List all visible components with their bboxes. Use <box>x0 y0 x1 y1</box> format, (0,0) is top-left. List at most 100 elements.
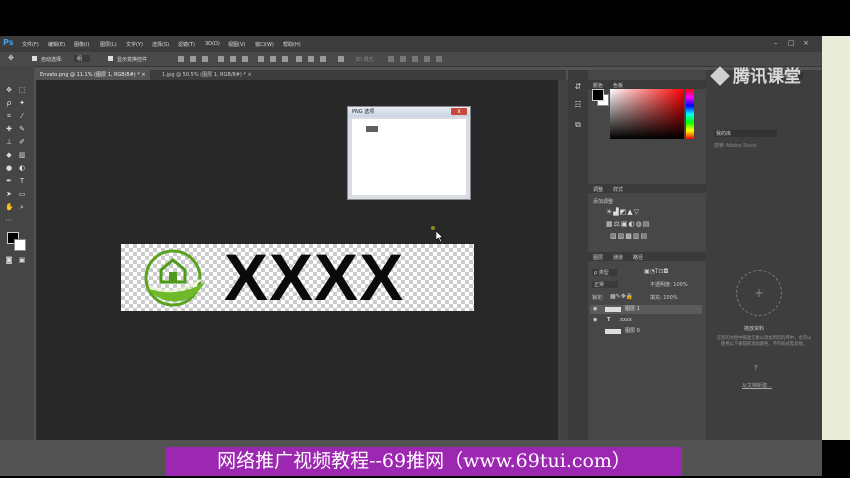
adjustment-icons-row-1[interactable]: ☀▟◩▲▽ <box>606 208 640 216</box>
magic-wand-icon[interactable]: ✦ <box>18 99 26 107</box>
hue-slider[interactable] <box>686 89 694 139</box>
menu-edit[interactable]: 编辑(E) <box>48 41 65 48</box>
tab-channels[interactable]: 通道 <box>613 254 623 261</box>
align-vcenter-icon[interactable] <box>190 56 196 62</box>
eye-icon[interactable]: ◉ <box>593 316 597 325</box>
menu-3d[interactable]: 3D(D) <box>205 41 220 47</box>
healing-brush-icon[interactable]: ✚ <box>5 125 13 133</box>
history-panel-icon[interactable]: ⇵ <box>573 82 583 92</box>
auto-select-checkbox[interactable] <box>32 56 37 61</box>
move-tool-icon[interactable]: ✥ <box>8 54 14 62</box>
marquee-tool-icon[interactable]: ⬚ <box>18 86 26 94</box>
3d-scale-icon[interactable] <box>436 56 442 62</box>
close-icon[interactable]: × <box>141 72 145 78</box>
crop-tool-icon[interactable]: ⌗ <box>5 112 13 120</box>
3d-rotate-icon[interactable] <box>388 56 394 62</box>
eyedropper-icon[interactable]: ⁄ <box>18 112 26 120</box>
rectangle-tool-icon[interactable]: ▭ <box>18 190 26 198</box>
color-picker-field[interactable] <box>610 89 684 139</box>
tab-layers[interactable]: 图层 <box>593 254 603 261</box>
eye-icon[interactable]: ◉ <box>593 305 597 314</box>
lasso-tool-icon[interactable]: ρ <box>5 99 13 107</box>
tab-envato[interactable]: Envato.png @ 11.1% (图层 1, RGB/8#) * × <box>36 70 150 80</box>
dialog-control[interactable] <box>366 126 378 132</box>
adjustment-icons-row-2[interactable]: ▦⚖▣◐◍▤ <box>606 220 650 228</box>
stock-search-input[interactable]: 搜索 Adobe Stock <box>714 142 757 149</box>
lock-icons[interactable]: ▦✎✥🔒 <box>610 293 633 300</box>
help-icon[interactable]: ? <box>754 364 758 372</box>
menu-filter[interactable]: 滤镜(T) <box>178 41 195 48</box>
more-tools-icon[interactable]: ⋯ <box>5 216 13 224</box>
zoom-tool-icon[interactable]: ⌕ <box>18 203 26 211</box>
close-icon[interactable]: × <box>248 72 252 78</box>
libraries-panel-icon[interactable]: ⧉ <box>573 120 583 130</box>
layer-row[interactable]: ◉ T xxxx <box>590 316 702 325</box>
tab-adjustments[interactable]: 调整 <box>593 186 603 193</box>
vertical-scrollbar[interactable] <box>558 80 568 440</box>
menu-select[interactable]: 选择(S) <box>152 41 169 48</box>
fill-field[interactable]: 填充: 100% <box>650 294 678 301</box>
screen-mode-icon[interactable]: ▣ <box>18 256 26 264</box>
align-top-icon[interactable] <box>178 56 184 62</box>
hand-tool-icon[interactable]: ✋ <box>5 203 14 211</box>
gradient-tool-icon[interactable]: ▥ <box>18 151 26 159</box>
background-color-swatch[interactable] <box>14 239 26 251</box>
tab-label: 1.jpg @ 50.5% (图层 1, RGB/8#) * <box>162 72 246 78</box>
brush-tool-icon[interactable]: ✎ <box>18 125 26 133</box>
tab-styles[interactable]: 样式 <box>613 186 623 193</box>
align-right-icon[interactable] <box>242 56 248 62</box>
distribute-vcenter-icon[interactable] <box>270 56 276 62</box>
dialog-close-button[interactable]: x <box>451 108 467 115</box>
quick-mask-icon[interactable]: ◙ <box>5 256 13 264</box>
adjust-panel-tabs: 调整 样式 <box>588 184 706 193</box>
adjustment-icons-row-3[interactable]: ▨▧▩▥▤ <box>610 232 648 240</box>
close-button[interactable]: × <box>803 39 809 47</box>
3d-slide-icon[interactable] <box>424 56 430 62</box>
menu-help[interactable]: 帮助(H) <box>283 41 301 48</box>
move-tool-icon[interactable]: ✥ <box>5 86 13 94</box>
menu-type[interactable]: 文字(Y) <box>126 41 143 48</box>
type-tool-icon[interactable]: T <box>18 177 26 185</box>
distribute-right-icon[interactable] <box>320 56 326 62</box>
new-from-document-link[interactable]: 从文档新建... <box>742 382 772 389</box>
auto-select-dropdown[interactable]: 组 <box>74 55 91 62</box>
history-brush-icon[interactable]: ✐ <box>18 138 26 146</box>
filter-icons[interactable]: ▣◔T⊡◘ <box>644 268 668 275</box>
opacity-field[interactable]: 不透明度: 100% <box>650 281 688 288</box>
menu-layer[interactable]: 图层(L) <box>100 41 117 48</box>
dialog-titlebar[interactable]: PNG 选项 x <box>348 107 470 117</box>
align-bottom-icon[interactable] <box>202 56 208 62</box>
document-image[interactable]: XXXX <box>121 242 474 312</box>
blur-tool-icon[interactable]: ● <box>5 164 13 172</box>
layer-row[interactable]: ◉ 图层 1 <box>590 305 702 314</box>
auto-align-icon[interactable] <box>338 56 344 62</box>
tab-1-jpg[interactable]: 1.jpg @ 50.5% (图层 1, RGB/8#) * × <box>158 70 256 80</box>
menu-window[interactable]: 窗口(W) <box>255 41 274 48</box>
path-selection-icon[interactable]: ➤ <box>5 190 13 198</box>
eraser-tool-icon[interactable]: ◆ <box>5 151 13 159</box>
menu-image[interactable]: 图像(I) <box>74 41 89 48</box>
clone-stamp-icon[interactable]: ⊥ <box>5 138 13 146</box>
menu-view[interactable]: 视图(V) <box>228 41 245 48</box>
menu-file[interactable]: 文件(F) <box>22 41 39 48</box>
distribute-hcenter-icon[interactable] <box>308 56 314 62</box>
align-left-icon[interactable] <box>218 56 224 62</box>
distribute-bottom-icon[interactable] <box>282 56 288 62</box>
library-dropdown[interactable]: 我的库 <box>714 130 778 137</box>
3d-roll-icon[interactable] <box>400 56 406 62</box>
blend-mode-dropdown[interactable]: 正常 <box>592 281 619 288</box>
kind-filter-dropdown[interactable]: ρ 类型 <box>592 269 617 276</box>
minimize-button[interactable]: – <box>774 39 778 47</box>
3d-drag-icon[interactable] <box>412 56 418 62</box>
layer-row[interactable]: 图层 0 <box>590 327 702 336</box>
pen-tool-icon[interactable]: ✒ <box>5 177 13 185</box>
show-transform-checkbox[interactable] <box>108 56 113 61</box>
maximize-button[interactable]: □ <box>788 39 795 47</box>
distribute-top-icon[interactable] <box>258 56 264 62</box>
tab-paths[interactable]: 路径 <box>633 254 643 261</box>
properties-panel-icon[interactable]: ☷ <box>573 100 583 110</box>
align-hcenter-icon[interactable] <box>230 56 236 62</box>
dodge-tool-icon[interactable]: ◐ <box>18 164 26 172</box>
distribute-left-icon[interactable] <box>296 56 302 62</box>
fg-color-chip[interactable] <box>592 89 604 101</box>
